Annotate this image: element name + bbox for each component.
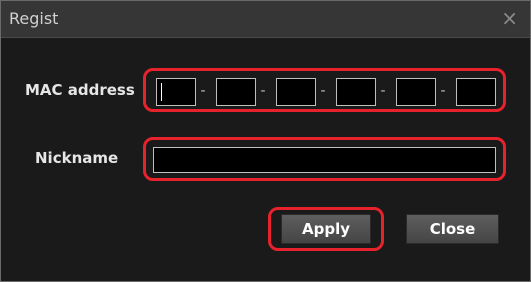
- close-icon[interactable]: ×: [501, 5, 518, 31]
- close-button[interactable]: Close: [406, 214, 499, 244]
- mac-octet-5-input[interactable]: [396, 78, 436, 106]
- mac-separator: -: [320, 83, 326, 99]
- mac-octet-2-input[interactable]: [216, 78, 256, 106]
- mac-address-label: MAC address: [25, 81, 135, 99]
- mac-separator: -: [260, 83, 266, 99]
- mac-separator: -: [200, 83, 206, 99]
- apply-button[interactable]: Apply: [281, 214, 371, 244]
- mac-octet-3-input[interactable]: [276, 78, 316, 106]
- mac-octet-6-input[interactable]: [456, 78, 496, 106]
- dialog-title: Regist: [9, 9, 59, 28]
- nickname-label: Nickname: [35, 149, 119, 167]
- mac-octet-1-input[interactable]: [156, 78, 196, 106]
- nickname-input[interactable]: [153, 147, 496, 173]
- mac-octet-4-input[interactable]: [336, 78, 376, 106]
- mac-separator: -: [380, 83, 386, 99]
- regist-dialog: Regist × MAC address - - - - - Nickname …: [0, 0, 531, 282]
- mac-address-input-group: - - - - -: [143, 68, 506, 112]
- mac-separator: -: [440, 83, 446, 99]
- title-bar[interactable]: Regist ×: [1, 1, 530, 38]
- nickname-input-group: [143, 137, 506, 181]
